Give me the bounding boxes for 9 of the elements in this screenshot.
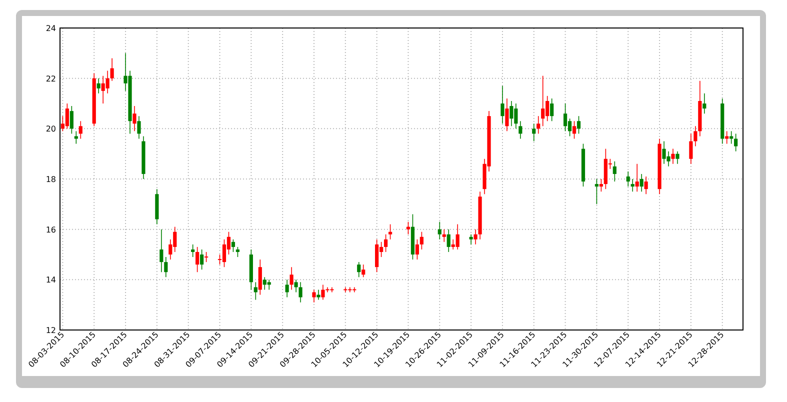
candle: [581, 143, 586, 187]
y-tick-label: 12: [46, 326, 56, 335]
y-tick-label: 24: [46, 24, 56, 33]
y-tick-label: 14: [46, 276, 56, 285]
candle: [155, 188, 159, 225]
y-tick-label: 22: [46, 74, 56, 84]
y-tick-label: 18: [46, 175, 56, 184]
y-tick-label: 20: [46, 124, 56, 134]
y-tick-label: 16: [46, 225, 56, 234]
